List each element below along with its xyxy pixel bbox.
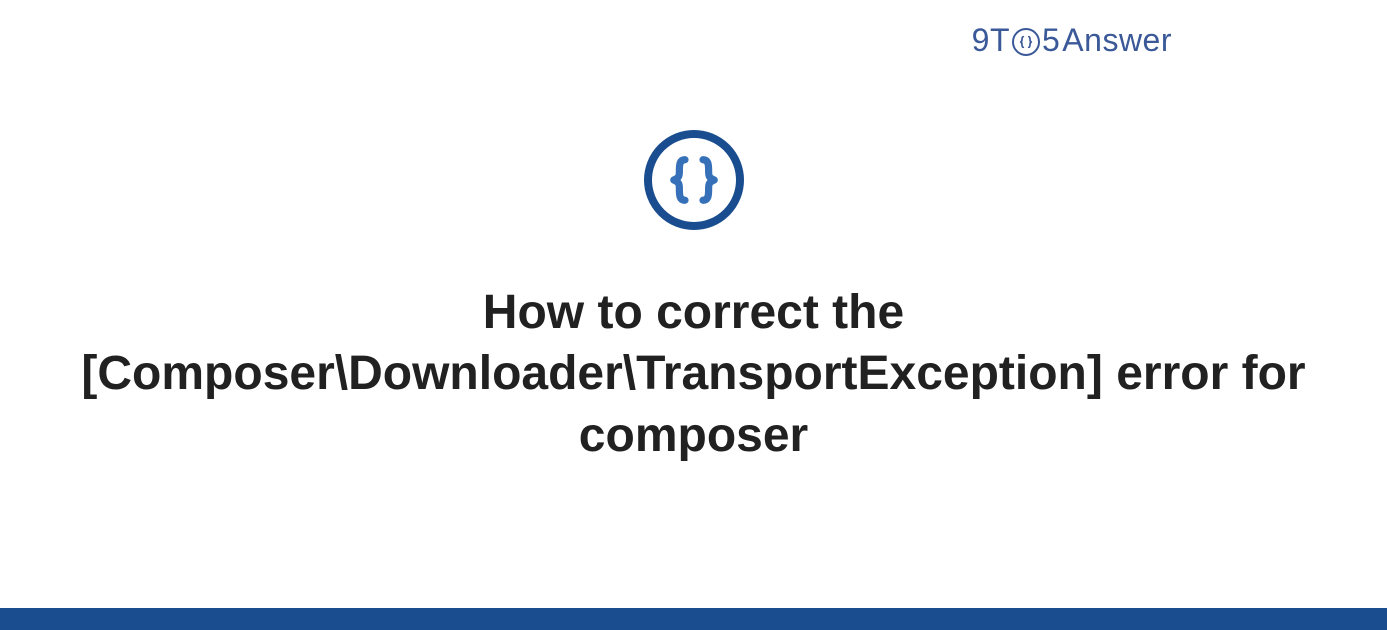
logo-braces-icon <box>1012 28 1040 56</box>
logo-text-9: 9 <box>972 22 990 59</box>
logo-text-t: T <box>990 22 1010 59</box>
code-braces-icon <box>644 130 744 230</box>
page-title: How to correct the [Composer\Downloader\… <box>0 282 1387 466</box>
logo-text-answer: Answer <box>1062 22 1172 59</box>
logo-text-5: 5 <box>1042 22 1060 59</box>
bottom-accent-bar <box>0 608 1387 630</box>
site-logo: 9 T 5 Answer <box>972 22 1172 59</box>
